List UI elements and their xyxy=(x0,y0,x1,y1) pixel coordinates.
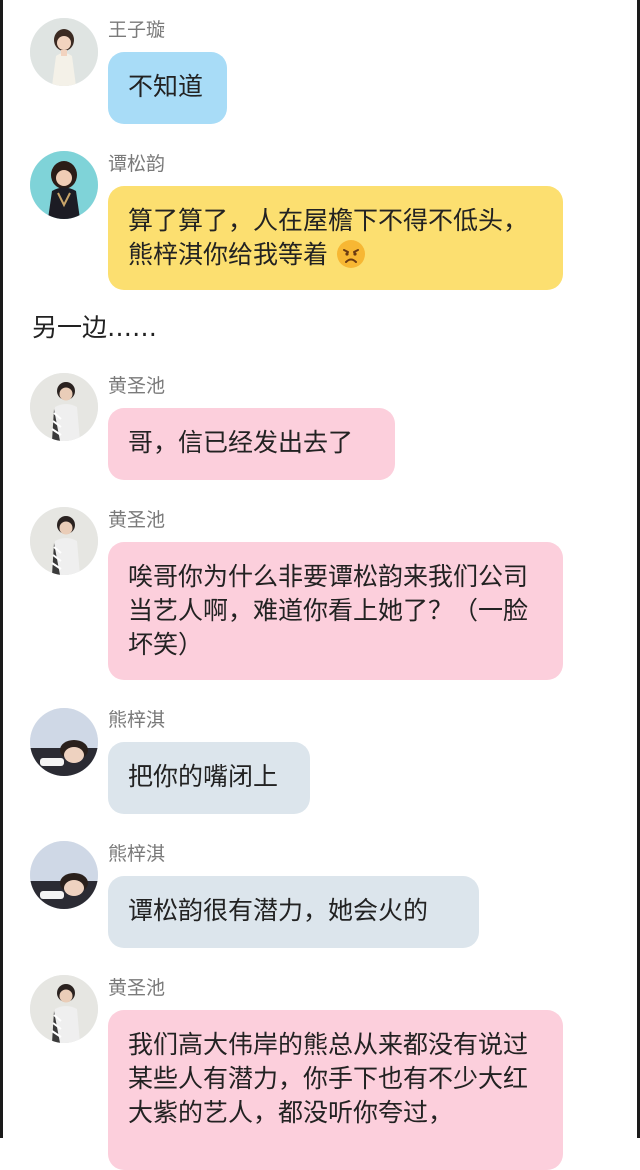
avatar[interactable] xyxy=(30,151,98,219)
message-bubble[interactable]: 唉哥你为什么非要谭松韵来我们公司当艺人啊，难道你看上她了？（一脸坏笑） xyxy=(108,542,563,680)
sender-name: 黄圣池 xyxy=(108,375,166,397)
message-text: 算了算了，人在屋檐下不得不低头，熊梓淇你给我等着 xyxy=(128,206,529,269)
avatar[interactable] xyxy=(30,18,98,86)
message-text: 谭松韵很有潜力，她会火的 xyxy=(128,896,429,925)
message-bubble[interactable]: 谭松韵很有潜力，她会火的 xyxy=(108,876,479,948)
girl-avatar-icon xyxy=(30,18,98,86)
avatar[interactable] xyxy=(30,841,98,909)
avatar[interactable] xyxy=(30,708,98,776)
message-text: 唉哥你为什么非要谭松韵来我们公司当艺人啊，难道你看上她了？（一脸坏笑） xyxy=(128,562,529,659)
sender-name: 熊梓淇 xyxy=(108,843,166,865)
avatar[interactable] xyxy=(30,975,98,1043)
sender-name: 黄圣池 xyxy=(108,509,166,531)
message-bubble[interactable]: 哥，信已经发出去了 xyxy=(108,408,395,480)
message-bubble[interactable]: 不知道 xyxy=(108,52,227,124)
message-text: 我们高大伟岸的熊总从来都没有说过某些人有潜力，你手下也有不少大红大紫的艺人，都没… xyxy=(128,1030,529,1127)
message-bubble[interactable]: 我们高大伟岸的熊总从来都没有说过某些人有潜力，你手下也有不少大红大紫的艺人，都没… xyxy=(108,1010,563,1170)
avatar[interactable] xyxy=(30,507,98,575)
message-text: 把你的嘴闭上 xyxy=(128,762,279,791)
message-text: 不知道 xyxy=(128,72,204,101)
man-avatar-icon xyxy=(30,373,98,441)
sender-name: 黄圣池 xyxy=(108,977,166,999)
man-avatar-icon xyxy=(30,507,98,575)
woman-avatar-icon xyxy=(30,151,98,219)
message-bubble[interactable]: 把你的嘴闭上 xyxy=(108,742,310,814)
narration-text: 另一边…… xyxy=(32,313,158,342)
man-lying-avatar-icon xyxy=(30,841,98,909)
sender-name: 熊梓淇 xyxy=(108,709,166,731)
man-avatar-icon xyxy=(30,975,98,1043)
sender-name: 谭松韵 xyxy=(108,153,166,175)
avatar[interactable] xyxy=(30,373,98,441)
sender-name: 王子璇 xyxy=(108,19,166,41)
man-lying-avatar-icon xyxy=(30,708,98,776)
message-bubble[interactable]: 算了算了，人在屋檐下不得不低头，熊梓淇你给我等着 xyxy=(108,186,563,290)
message-text: 哥，信已经发出去了 xyxy=(128,428,354,457)
frown-emoji-icon xyxy=(336,240,365,268)
